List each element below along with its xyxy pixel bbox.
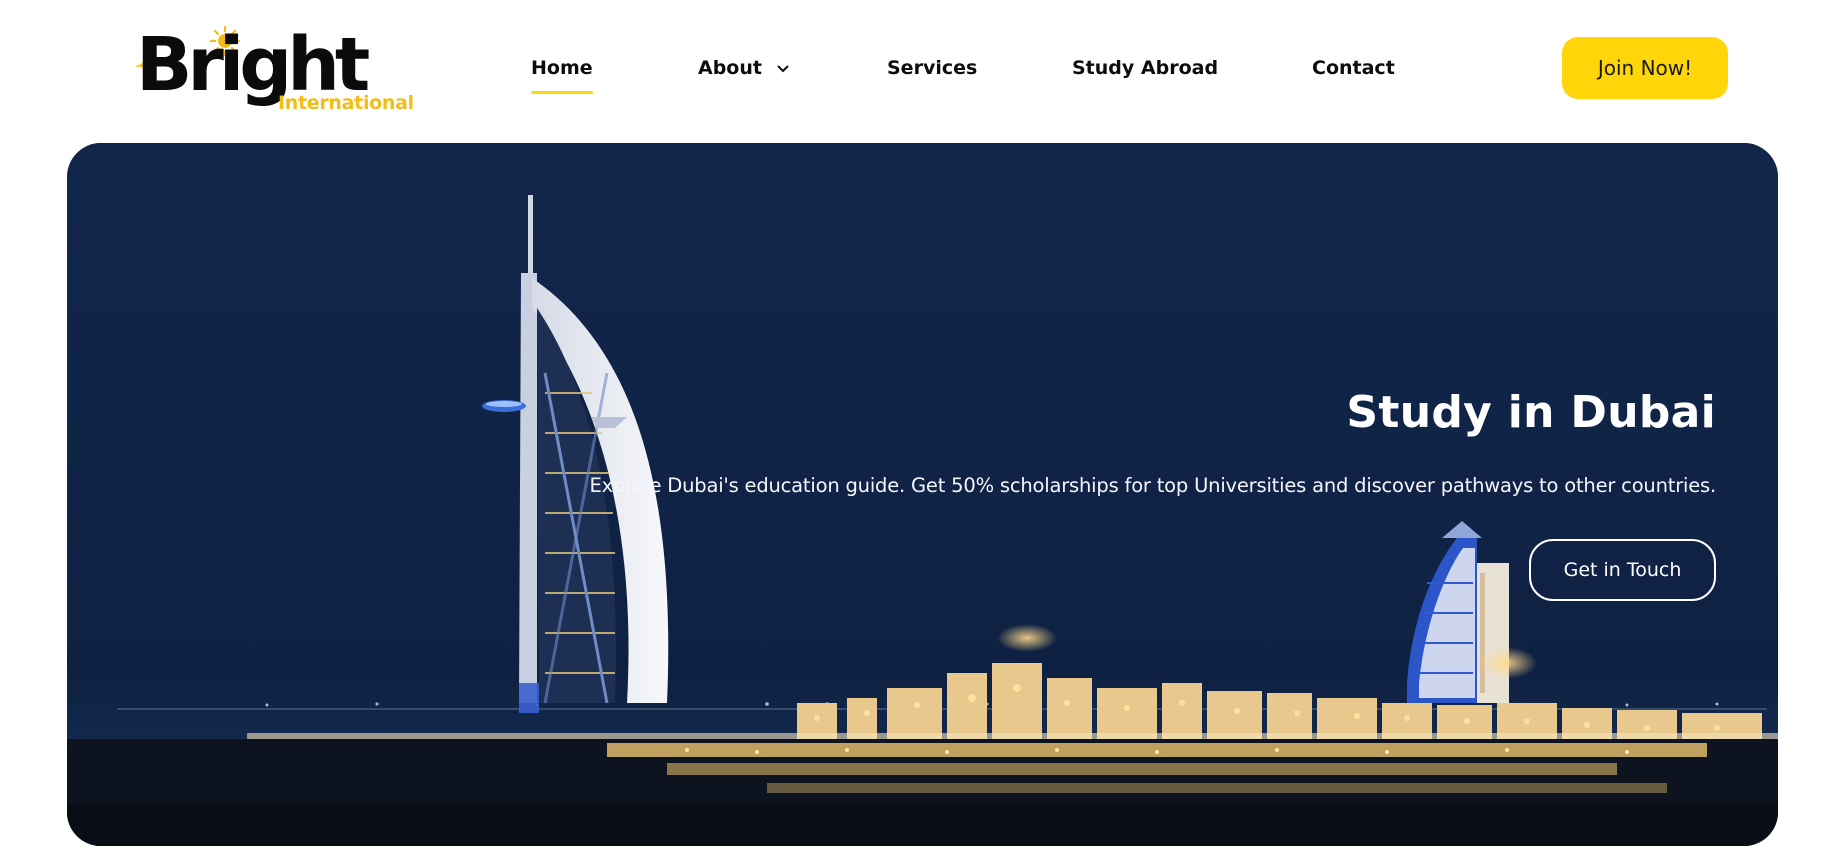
brand-subtitle: International bbox=[278, 92, 414, 114]
nav-services[interactable]: Services bbox=[887, 56, 977, 80]
brand-logo[interactable]: Bright International bbox=[135, 22, 414, 121]
site-header: Bright International Home About Services… bbox=[0, 0, 1847, 140]
nav-home[interactable]: Home bbox=[531, 56, 593, 94]
nav-services-label: Services bbox=[887, 57, 978, 79]
join-now-button[interactable]: Join Now! bbox=[1562, 37, 1728, 99]
hero-title: Study in Dubai bbox=[1346, 387, 1716, 438]
hero-description: Explore Dubai's education guide. Get 50%… bbox=[589, 474, 1717, 497]
chevron-down-icon bbox=[777, 65, 789, 72]
nav-home-label: Home bbox=[531, 57, 593, 79]
brand-name: Bright bbox=[136, 22, 370, 108]
nav-about[interactable]: About bbox=[698, 56, 789, 80]
nav-contact-label: Contact bbox=[1312, 57, 1395, 79]
nav-study-abroad[interactable]: Study Abroad bbox=[1072, 56, 1218, 80]
nav-contact[interactable]: Contact bbox=[1312, 56, 1395, 80]
nav-about-label: About bbox=[698, 57, 762, 79]
get-in-touch-button[interactable]: Get in Touch bbox=[1529, 539, 1716, 601]
nav-study-abroad-label: Study Abroad bbox=[1072, 57, 1219, 79]
join-now-label: Join Now! bbox=[1597, 56, 1693, 80]
get-in-touch-label: Get in Touch bbox=[1563, 559, 1682, 581]
hero-banner: Study in Dubai Explore Dubai's education… bbox=[67, 143, 1778, 846]
